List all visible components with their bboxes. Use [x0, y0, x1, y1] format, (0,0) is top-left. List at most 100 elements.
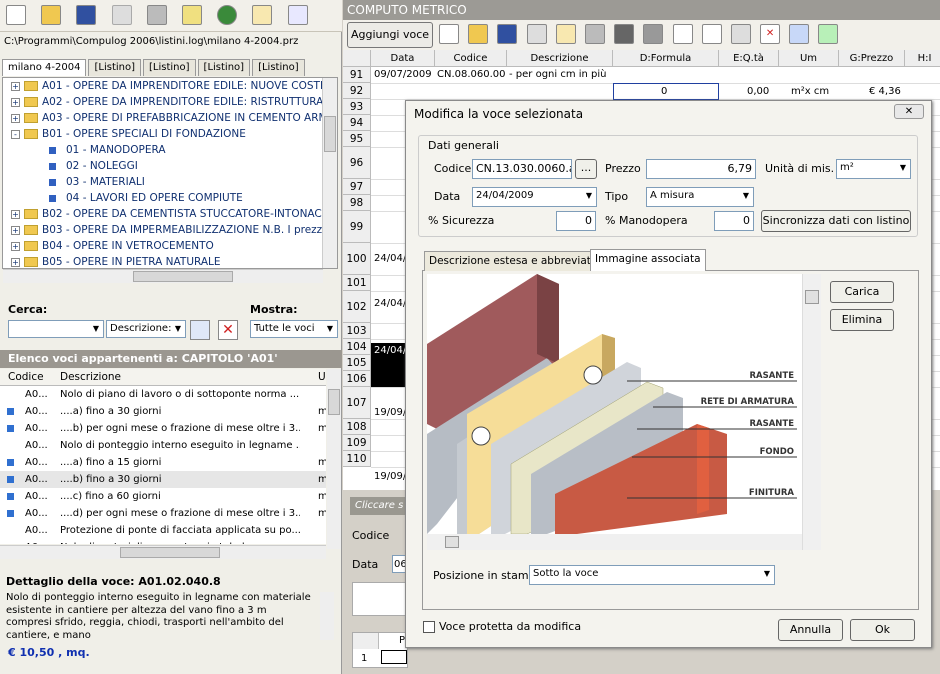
tipo-select[interactable]: A misura ▼ [646, 187, 754, 207]
print-icon[interactable] [584, 24, 605, 44]
expand-icon[interactable]: + [11, 209, 20, 219]
ok-button[interactable]: Ok [850, 619, 915, 641]
codice-field[interactable]: CN.13.030.0060.a [472, 159, 572, 179]
cell-date-partial[interactable]: 19/09/ [374, 471, 406, 482]
tab-descrizione[interactable]: Descrizione estesa e abbreviata [424, 251, 603, 271]
cell-prezzo[interactable]: € 4,36 [869, 86, 901, 97]
print-icon[interactable] [146, 5, 167, 25]
image-horizontal-scrollbar[interactable] [427, 534, 802, 550]
tree-item[interactable]: + A02 - OPERE DA IMPRENDITORE EDILE: RIST… [3, 94, 337, 110]
delete-icon[interactable] [111, 5, 132, 25]
row-number[interactable]: 96 [343, 147, 371, 179]
row-number[interactable]: 95 [343, 131, 371, 147]
search-field-combo[interactable]: Descrizione: ▼ [106, 320, 186, 338]
comment-icon[interactable] [643, 24, 664, 44]
tab-milano[interactable]: milano 4-2004 [2, 59, 87, 76]
tree-item[interactable]: + B02 - OPERE DA CEMENTISTA STUCCATORE-IN… [3, 206, 337, 222]
protected-checkbox[interactable] [423, 621, 435, 633]
entries-horizontal-scrollbar[interactable] [0, 545, 326, 559]
cell-um[interactable]: m²x cm [791, 86, 829, 97]
row-number[interactable]: 91 [343, 67, 371, 83]
list-item[interactable]: A0... ....b) per ogni mese o frazione di … [0, 420, 326, 437]
row-number[interactable]: 94 [343, 115, 371, 131]
data-picker[interactable]: 24/04/2009 ▼ [472, 187, 597, 207]
close-icon[interactable]: ✕ [894, 104, 924, 119]
row-number[interactable]: 106 [343, 371, 371, 387]
tree-item[interactable]: - B01 - OPERE SPECIALI DI FONDAZIONE [3, 126, 337, 142]
tree-item[interactable]: 02 - NOLEGGI [3, 158, 337, 174]
row-number[interactable]: 98 [343, 195, 371, 211]
undo-icon[interactable] [789, 24, 810, 44]
col-codice[interactable]: Codice [8, 369, 44, 386]
row-number[interactable]: 105 [343, 355, 371, 371]
sicurezza-field[interactable]: 0 [556, 211, 596, 231]
cancel-button[interactable]: Annulla [778, 619, 843, 641]
expand-icon[interactable]: + [11, 97, 20, 107]
binoculars-icon[interactable] [614, 24, 635, 44]
globe-icon[interactable] [217, 5, 238, 25]
tree-item[interactable]: 01 - MANODOPERA [3, 142, 337, 158]
save-icon[interactable] [76, 5, 97, 25]
row-number[interactable]: 92 [343, 83, 371, 99]
row-number[interactable]: 109 [343, 435, 371, 451]
expand-icon[interactable]: + [11, 241, 20, 251]
col-um[interactable]: Um [779, 50, 839, 67]
import-icon[interactable] [555, 24, 576, 44]
col-unit[interactable]: U [318, 369, 326, 386]
tree-item[interactable]: + B05 - OPERE IN PIETRA NATURALE [3, 254, 337, 268]
new-file-icon[interactable] [6, 5, 26, 25]
add-row-icon[interactable] [818, 24, 839, 44]
list-item[interactable]: A0... ....a) fino a 30 giorni m [0, 403, 326, 420]
search-icon[interactable] [190, 320, 210, 340]
tree-item[interactable]: + B04 - OPERE IN VETROCEMENTO [3, 238, 337, 254]
window-icon[interactable] [287, 5, 308, 25]
row-number[interactable]: 103 [343, 323, 371, 339]
list-item[interactable]: A0... ....b) fino a 30 giorni m [0, 471, 326, 488]
col-quantita[interactable]: E:Q.tà [719, 50, 779, 67]
tab-listino-4[interactable]: [Listino] [252, 59, 305, 76]
col-descrizione[interactable]: Descrizione [60, 369, 121, 386]
cell-date-partial[interactable]: 24/04/ [374, 298, 406, 309]
row-number[interactable]: 104 [343, 339, 371, 355]
cut-icon[interactable] [672, 24, 693, 44]
clear-search-icon[interactable]: ✕ [218, 320, 238, 340]
list-item[interactable]: A0... Nolo di materiali per ponteggio tub… [0, 539, 326, 544]
list-item[interactable]: A0... Nolo di ponteggio interno eseguito … [0, 437, 326, 454]
list-item[interactable]: A0... ....a) fino a 15 giorni m [0, 454, 326, 471]
row-number[interactable]: 99 [343, 211, 371, 243]
row-number[interactable]: 97 [343, 179, 371, 195]
delete-image-button[interactable]: Elimina [830, 309, 894, 331]
tab-listino-1[interactable]: [Listino] [88, 59, 142, 76]
row-number[interactable]: 93 [343, 99, 371, 115]
posizione-select[interactable]: Sotto la voce ▼ [529, 565, 775, 585]
tree-item[interactable]: + B03 - OPERE DA IMPERMEABILIZZAZIONE N.B… [3, 222, 337, 238]
row-number[interactable]: 110 [343, 451, 371, 467]
search-input[interactable]: ▼ [8, 320, 104, 338]
cell-codice[interactable]: CN.08.060.00 [437, 69, 506, 80]
add-entry-button[interactable]: Aggiungi voce [347, 22, 433, 48]
delete-icon[interactable]: ✕ [760, 24, 781, 44]
copy-icon[interactable] [701, 24, 722, 44]
import-icon[interactable] [252, 5, 273, 25]
expand-icon[interactable]: + [11, 113, 20, 123]
tree-item[interactable]: 03 - MATERIALI [3, 174, 337, 190]
cell-data[interactable]: 09/07/2009 [374, 69, 432, 80]
expand-icon[interactable]: + [11, 225, 20, 235]
data-field[interactable]: 06 [392, 555, 406, 573]
paste-icon[interactable] [730, 24, 751, 44]
expand-icon[interactable]: + [11, 257, 20, 267]
tab-listino-2[interactable]: [Listino] [143, 59, 196, 76]
expand-icon[interactable]: + [11, 81, 20, 91]
tab-listino-3[interactable]: [Listino] [197, 59, 251, 76]
list-item[interactable]: A0... Protezione di ponte di facciata app… [0, 522, 326, 539]
col-data[interactable]: Data [371, 50, 435, 67]
show-filter-select[interactable]: Tutte le voci ▼ [250, 320, 338, 338]
col-codice[interactable]: Codice [435, 50, 507, 67]
tree-item[interactable]: + A01 - OPERE DA IMPRENDITORE EDILE: NUOV… [3, 78, 337, 94]
cell-date-partial[interactable]: 24/04/ [374, 253, 406, 264]
edit-icon[interactable] [181, 5, 202, 25]
list-item[interactable]: A0... Nolo di piano di lavoro o di sottop… [0, 386, 326, 403]
tree-horizontal-scrollbar[interactable] [3, 269, 323, 283]
new-file-icon[interactable] [439, 24, 459, 44]
col-descrizione[interactable]: Descrizione [507, 50, 613, 67]
